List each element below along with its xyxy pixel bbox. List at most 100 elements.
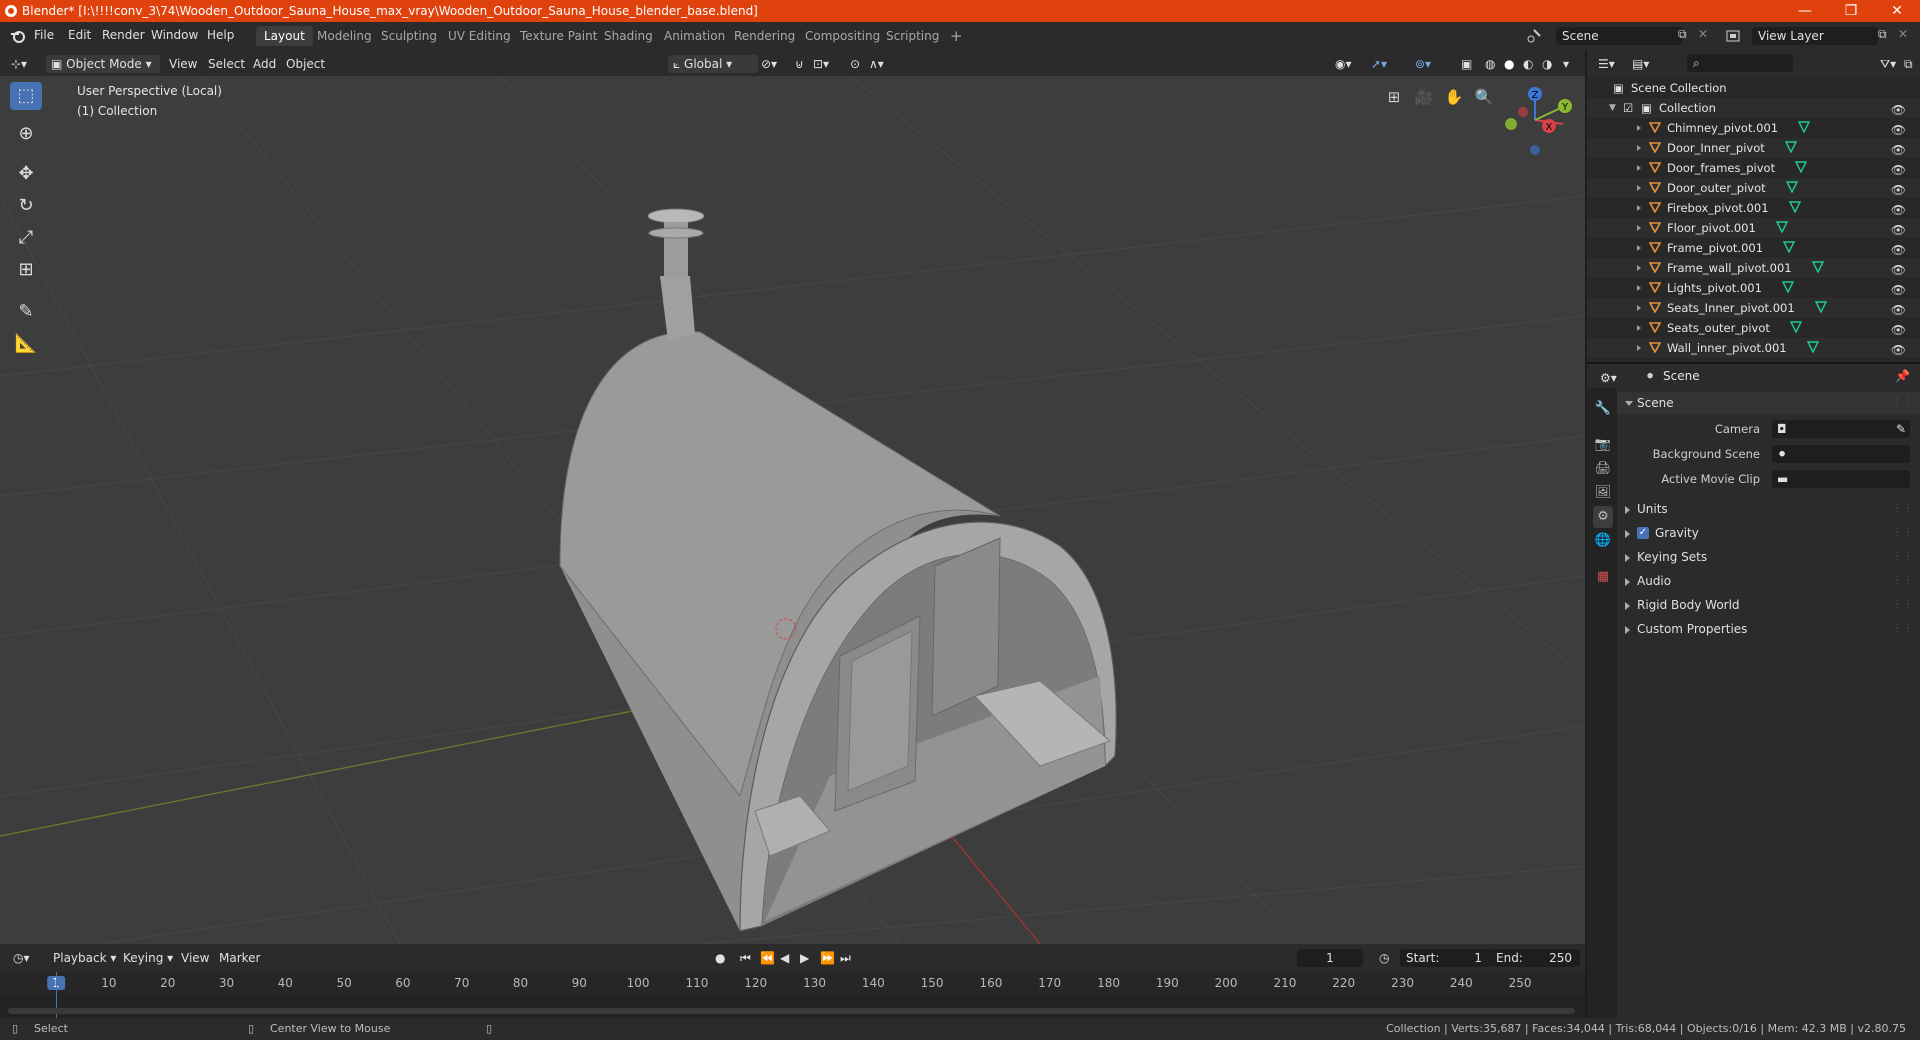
panel-gravity[interactable]: ✓ Gravity ⋮⋮ bbox=[1617, 522, 1920, 544]
xray-icon[interactable]: ▣ bbox=[1456, 55, 1477, 73]
expand-arrow-icon[interactable]: ▼ bbox=[1609, 98, 1616, 118]
view-layer-tab-icon[interactable]: 🖼 bbox=[1593, 482, 1613, 504]
viewport-menu-object[interactable]: Object bbox=[281, 55, 330, 73]
timeline-menu-keying[interactable]: Keying ▾ bbox=[118, 949, 178, 967]
gizmo-toggle-icon[interactable]: ➚▾ bbox=[1366, 55, 1392, 73]
blender-menu-icon[interactable] bbox=[10, 28, 26, 44]
outliner-row[interactable]: Frame_pivot.001 👁 bbox=[1587, 238, 1920, 258]
menu-edit[interactable]: Edit bbox=[68, 28, 91, 42]
panel-audio[interactable]: Audio ⋮⋮ bbox=[1617, 570, 1920, 592]
expand-arrow-icon[interactable] bbox=[1637, 325, 1641, 331]
view-layer-field[interactable]: View Layer bbox=[1752, 27, 1878, 45]
viewport-menu-add[interactable]: Add bbox=[248, 55, 281, 73]
expand-arrow-icon[interactable] bbox=[1637, 265, 1641, 271]
play-reverse-icon[interactable]: ◀ bbox=[775, 949, 794, 967]
annotate-tool-icon[interactable]: ✎ bbox=[10, 298, 42, 326]
expand-arrow-icon[interactable] bbox=[1637, 305, 1641, 311]
rendered-shading-icon[interactable]: ◑ bbox=[1537, 55, 1557, 73]
outliner-row[interactable]: Frame_wall_pivot.001 👁 bbox=[1587, 258, 1920, 278]
menu-render[interactable]: Render bbox=[102, 28, 145, 42]
drag-handle-icon[interactable]: ⋮⋮ bbox=[1892, 618, 1914, 640]
timeline-scrollbar[interactable] bbox=[8, 1008, 1575, 1014]
eye-icon[interactable]: 👁 bbox=[1891, 220, 1906, 240]
expand-arrow-icon[interactable] bbox=[1637, 245, 1641, 251]
outliner-editor-icon[interactable]: ☰▾ bbox=[1593, 55, 1620, 73]
scene-icon[interactable] bbox=[1526, 28, 1542, 44]
tab-scripting[interactable]: Scripting bbox=[878, 26, 947, 46]
select-box-tool-icon[interactable]: ⬚ bbox=[10, 82, 42, 110]
record-icon[interactable]: ● bbox=[710, 949, 730, 967]
camera-view-icon[interactable]: 🎥 bbox=[1411, 84, 1437, 110]
cursor-tool-icon[interactable]: ⊕ bbox=[10, 120, 42, 148]
panel-units[interactable]: Units ⋮⋮ bbox=[1617, 498, 1920, 520]
filter-icon[interactable]: ⛛▾ bbox=[1875, 55, 1901, 73]
jump-start-icon[interactable]: ⏮ bbox=[735, 949, 756, 967]
collection-row[interactable]: ▼ ☑ ▣ Collection 👁 bbox=[1587, 98, 1920, 118]
outliner-row[interactable]: Door_frames_pivot 👁 bbox=[1587, 158, 1920, 178]
maximize-button[interactable]: ❐ bbox=[1828, 0, 1874, 22]
view-layer-icon[interactable] bbox=[1725, 28, 1741, 44]
camera-field[interactable]: ◘ ✎ bbox=[1772, 420, 1910, 438]
viewport-menu-view[interactable]: View bbox=[164, 55, 202, 73]
add-workspace-button[interactable]: + bbox=[942, 26, 971, 46]
new-view-layer-icon[interactable]: ⧉ bbox=[1878, 27, 1887, 42]
outliner-row[interactable]: Chimney_pivot.001 👁 bbox=[1587, 118, 1920, 138]
falloff-icon[interactable]: ∧▾ bbox=[864, 55, 889, 73]
outliner-row[interactable]: Wall_inner_pivot.001 👁 bbox=[1587, 338, 1920, 358]
eye-icon[interactable]: 👁 bbox=[1891, 300, 1906, 320]
rotate-tool-icon[interactable]: ↻ bbox=[10, 192, 42, 220]
menu-window[interactable]: Window bbox=[151, 28, 198, 42]
drag-handle-icon[interactable]: ⋮⋮ bbox=[1892, 498, 1914, 520]
jump-end-icon[interactable]: ⏭ bbox=[835, 949, 856, 967]
expand-arrow-icon[interactable] bbox=[1637, 145, 1641, 151]
world-tab-icon[interactable]: 🌐 bbox=[1593, 530, 1613, 552]
outliner-row[interactable]: Door_Inner_pivot 👁 bbox=[1587, 138, 1920, 158]
timeline-editor-icon[interactable]: ◷▾ bbox=[8, 949, 35, 967]
outliner-row[interactable]: Floor_pivot.001 👁 bbox=[1587, 218, 1920, 238]
output-tab-icon[interactable]: 🖨 bbox=[1593, 458, 1613, 480]
eye-icon[interactable]: 👁 bbox=[1891, 120, 1906, 140]
tool-tab-icon[interactable]: 🔧 bbox=[1593, 398, 1613, 420]
start-frame-field[interactable]: Start: 1 bbox=[1400, 949, 1490, 967]
scale-tool-icon[interactable]: ⤢ bbox=[10, 224, 42, 252]
timeline-menu-playback[interactable]: Playback ▾ bbox=[48, 949, 121, 967]
expand-arrow-icon[interactable] bbox=[1637, 205, 1641, 211]
current-frame-field[interactable]: 1 bbox=[1297, 949, 1363, 967]
snap-target-icon[interactable]: ⊡▾ bbox=[808, 55, 834, 73]
eye-icon[interactable]: 👁 bbox=[1891, 280, 1906, 300]
tab-texture-paint[interactable]: Texture Paint bbox=[512, 26, 605, 46]
outliner-row[interactable]: Seats_Inner_pivot.001 👁 bbox=[1587, 298, 1920, 318]
overlays-icon[interactable]: ⊚▾ bbox=[1410, 55, 1436, 73]
zoom-view-icon[interactable]: 🔍 bbox=[1471, 84, 1497, 110]
editor-type-icon[interactable]: ⊹▾ bbox=[6, 55, 32, 73]
viewport-menu-select[interactable]: Select bbox=[203, 55, 250, 73]
background-scene-field[interactable]: ⚫ bbox=[1772, 445, 1910, 463]
eye-icon[interactable]: 👁 bbox=[1891, 200, 1906, 220]
remove-view-layer-icon[interactable]: ✕ bbox=[1898, 27, 1908, 41]
render-tab-icon[interactable]: 📷 bbox=[1593, 434, 1613, 456]
drag-handle-icon[interactable]: ⋮⋮ bbox=[1892, 594, 1914, 616]
menu-file[interactable]: File bbox=[34, 28, 54, 42]
tab-animation[interactable]: Animation bbox=[656, 26, 733, 46]
tab-compositing[interactable]: Compositing bbox=[797, 26, 888, 46]
new-collection-icon[interactable]: ⧉ bbox=[1899, 55, 1918, 73]
timer-icon[interactable]: ◷ bbox=[1374, 949, 1394, 967]
close-button[interactable]: ✕ bbox=[1874, 0, 1920, 22]
timeline-menu-marker[interactable]: Marker bbox=[214, 949, 265, 967]
expand-arrow-icon[interactable] bbox=[1637, 125, 1641, 131]
eye-icon[interactable]: 👁 bbox=[1891, 180, 1906, 200]
material-shading-icon[interactable]: ◐ bbox=[1518, 55, 1538, 73]
tab-modeling[interactable]: Modeling bbox=[309, 26, 380, 46]
eye-icon[interactable]: 👁 bbox=[1891, 320, 1906, 340]
tab-rendering[interactable]: Rendering bbox=[726, 26, 803, 46]
scene-collection-row[interactable]: ▣ Scene Collection bbox=[1587, 78, 1920, 98]
scene-panel-header[interactable]: Scene ⋮⋮ bbox=[1617, 392, 1920, 414]
tab-sculpting[interactable]: Sculpting bbox=[373, 26, 445, 46]
outliner-row[interactable]: Door_outer_pivot 👁 bbox=[1587, 178, 1920, 198]
outliner-row[interactable]: Lights_pivot.001 👁 bbox=[1587, 278, 1920, 298]
expand-arrow-icon[interactable] bbox=[1637, 165, 1641, 171]
visibility-icon[interactable]: ◉▾ bbox=[1330, 55, 1357, 73]
proportional-edit-icon[interactable]: ⊙ bbox=[845, 55, 865, 73]
outliner-search-input[interactable]: ⌕ bbox=[1687, 54, 1793, 72]
eye-icon[interactable]: 👁 bbox=[1891, 340, 1906, 360]
